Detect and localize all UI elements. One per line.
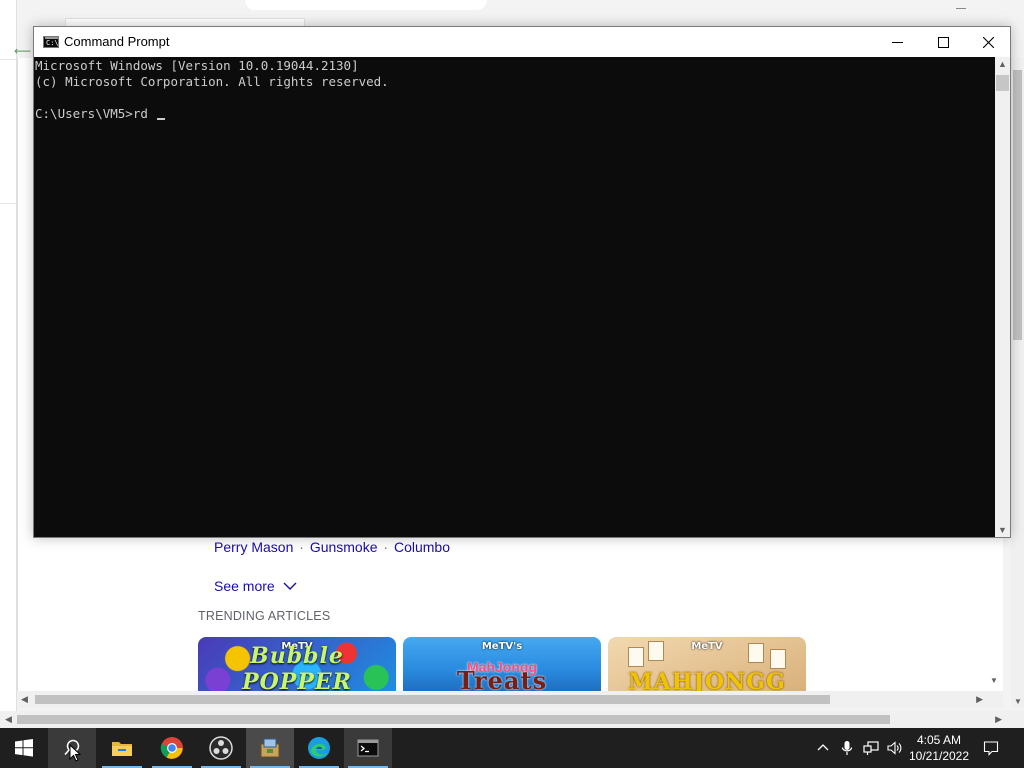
taskbar-clock[interactable]: 4:05 AM 10/21/2022 <box>905 732 973 764</box>
scroll-down-arrow-icon[interactable]: ▼ <box>998 525 1007 535</box>
article-card-bubble-popper[interactable]: MeTV Bubble POPPER <box>198 637 396 691</box>
volume-button[interactable] <box>885 728 903 768</box>
show-links: Perry Mason · Gunsmoke · Columbo <box>214 539 450 555</box>
scroll-up-arrow-icon[interactable]: ▲ <box>998 59 1007 69</box>
installer-button[interactable] <box>246 728 294 768</box>
windows-logo-icon <box>15 739 33 757</box>
prompt-text: C:\Users\VM5>rd <box>35 106 156 121</box>
card-title: MAHJONGG <box>628 669 786 691</box>
installer-icon <box>260 738 280 758</box>
minimize-button[interactable] <box>874 27 920 57</box>
command-prompt-window[interactable]: C:\ Command Prompt Microsoft Windows [Ve… <box>33 26 1011 538</box>
command-prompt-button[interactable] <box>344 728 392 768</box>
command-input-line[interactable]: C:\Users\VM5>rd <box>35 106 995 122</box>
scroll-left-arrow-icon[interactable]: ◀ <box>5 714 12 725</box>
scroll-right-arrow-icon[interactable]: ▶ <box>995 714 1002 725</box>
mouse-pointer-icon <box>69 744 81 762</box>
see-more-label: See more <box>214 578 275 594</box>
card-title: Treats <box>456 666 548 691</box>
browser-minimize-icon[interactable] <box>956 8 966 9</box>
folder-icon <box>112 742 132 756</box>
console-output[interactable]: Microsoft Windows [Version 10.0.19044.21… <box>34 57 995 537</box>
show-hidden-icons-button[interactable] <box>814 728 832 768</box>
trending-articles-heading: TRENDING ARTICLES <box>198 609 331 623</box>
console-vertical-scrollbar[interactable]: ▲ ▼ <box>995 57 1010 537</box>
maximize-icon <box>937 36 949 48</box>
chevron-down-icon <box>283 582 297 590</box>
minimize-icon <box>891 41 903 43</box>
console-line <box>35 90 995 106</box>
text-cursor <box>157 118 166 120</box>
link-gunsmoke[interactable]: Gunsmoke <box>310 539 378 555</box>
network-icon <box>863 741 879 755</box>
network-button[interactable] <box>862 728 880 768</box>
scroll-down-arrow-icon[interactable]: ▼ <box>1014 697 1022 706</box>
card-title: Bubble POPPER <box>242 643 352 691</box>
edge-button[interactable] <box>295 728 343 768</box>
terminal-icon[interactable]: C:\ <box>43 36 59 48</box>
taskbar: 4:05 AM 10/21/2022 <box>0 728 1024 768</box>
scrollbar-thumb[interactable] <box>1013 70 1022 340</box>
chrome-button[interactable] <box>148 728 196 768</box>
scrollbar-thumb[interactable] <box>996 75 1009 91</box>
scroll-down-arrow-icon[interactable]: ▼ <box>990 676 998 685</box>
action-center-button[interactable] <box>980 728 1002 768</box>
maximize-button[interactable] <box>920 27 966 57</box>
window-horizontal-scrollbar[interactable]: ◀ ▶ <box>0 711 1024 728</box>
article-card-mahjongg-treats[interactable]: MeTV's MahJongg Treats <box>403 637 601 691</box>
console-line: Microsoft Windows [Version 10.0.19044.21… <box>35 58 359 73</box>
chevron-up-icon <box>817 744 829 751</box>
speaker-icon <box>887 741 902 755</box>
divider <box>0 203 17 204</box>
console-line: (c) Microsoft Corporation. All rights re… <box>35 74 389 89</box>
microphone-button[interactable] <box>838 728 856 768</box>
browser-address-area[interactable] <box>245 0 487 10</box>
window-vertical-scrollbar[interactable]: ▼ <box>1011 58 1024 708</box>
edge-icon <box>308 737 330 759</box>
page-horizontal-scrollbar[interactable]: ◀ ▶ <box>17 691 1003 708</box>
microphone-icon <box>841 741 853 755</box>
mahjong-tile <box>770 649 786 669</box>
scrollbar-thumb[interactable] <box>35 695 830 704</box>
file-explorer-button[interactable] <box>98 728 146 768</box>
start-button[interactable] <box>0 728 48 768</box>
browser-side-strip <box>0 0 17 728</box>
clock-time: 4:05 AM <box>916 733 962 747</box>
close-button[interactable] <box>965 27 1011 57</box>
scroll-left-arrow-icon[interactable]: ◀ <box>21 694 28 705</box>
notification-icon <box>983 741 999 756</box>
link-columbo[interactable]: Columbo <box>394 539 450 555</box>
see-more-button[interactable]: See more <box>214 578 297 594</box>
title-bar[interactable]: C:\ Command Prompt <box>34 27 1010 57</box>
back-arrow-icon[interactable]: ⟵ <box>14 44 31 58</box>
obs-button[interactable] <box>197 728 245 768</box>
scrollbar-thumb[interactable] <box>17 715 890 724</box>
link-perry-mason[interactable]: Perry Mason <box>214 539 293 555</box>
window-title: Command Prompt <box>64 34 170 49</box>
article-card-mahjongg[interactable]: MeTV MAHJONGG <box>608 637 806 691</box>
clock-date: 10/21/2022 <box>908 749 970 763</box>
scroll-right-arrow-icon[interactable]: ▶ <box>976 694 983 705</box>
chrome-icon <box>160 737 183 759</box>
terminal-icon <box>357 739 379 757</box>
close-icon <box>982 36 994 48</box>
obs-icon <box>209 736 233 760</box>
